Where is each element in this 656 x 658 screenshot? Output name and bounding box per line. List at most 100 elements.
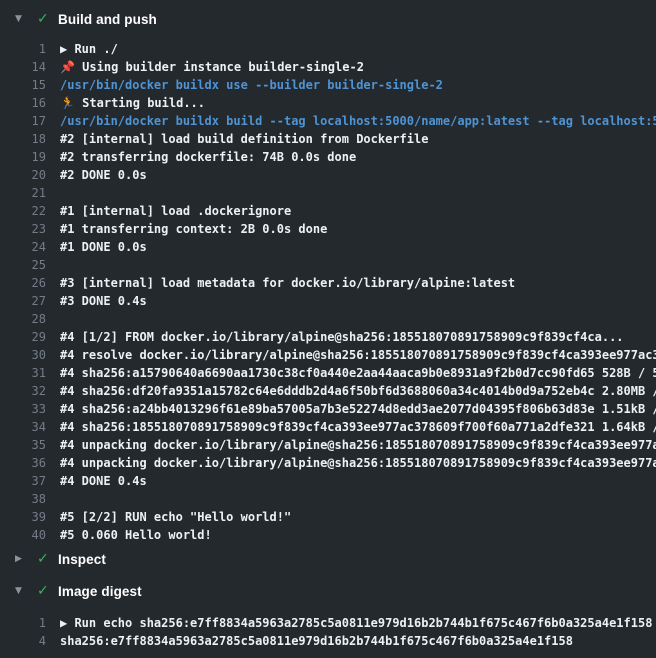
- run-expand-icon[interactable]: ▶: [60, 42, 74, 56]
- log-line: 17/usr/bin/docker buildx build --tag loc…: [0, 112, 656, 130]
- line-number[interactable]: 40: [0, 526, 46, 544]
- log-line: 15/usr/bin/docker buildx use --builder b…: [0, 76, 656, 94]
- line-number[interactable]: 39: [0, 508, 46, 526]
- success-check-icon: ✓: [37, 578, 58, 604]
- log-line: 30 #4 resolve docker.io/library/alpine@sh…: [0, 346, 656, 364]
- log-text: 📌 Using builder instance builder-single-…: [60, 58, 364, 76]
- success-check-icon: ✓: [37, 546, 58, 572]
- log-line: 40 #5 0.060 Hello world!: [0, 526, 656, 544]
- log-text: #2 transferring dockerfile: 74B 0.0s don…: [60, 148, 356, 166]
- line-number[interactable]: 4: [0, 632, 46, 650]
- log-text: #3 DONE 0.4s: [60, 292, 147, 310]
- log-text: #4 sha256:df20fa9351a15782c64e6dddb2d4a6…: [60, 382, 656, 400]
- line-number[interactable]: 18: [0, 130, 46, 148]
- log-text: #1 transferring context: 2B 0.0s done: [60, 220, 327, 238]
- log-text: #4 [1/2] FROM docker.io/library/alpine@s…: [60, 328, 624, 346]
- line-number[interactable]: 31: [0, 364, 46, 382]
- log-line: 31 #4 sha256:a15790640a6690aa1730c38cf0a4…: [0, 364, 656, 382]
- log-text: #4 resolve docker.io/library/alpine@sha2…: [60, 346, 656, 364]
- log-lines-image-digest: 1 ▶ Run echo sha256:e7ff8834a5963a2785c5a…: [0, 614, 656, 650]
- log-text: #4 sha256:a24bb4013296f61e89ba57005a7b3e…: [60, 400, 656, 418]
- log-line: 20 #2 DONE 0.0s: [0, 166, 656, 184]
- run-expand-icon[interactable]: ▶: [60, 616, 74, 630]
- line-number[interactable]: 19: [0, 148, 46, 166]
- line-number[interactable]: 16: [0, 94, 46, 112]
- log-line: 24 #1 DONE 0.0s: [0, 238, 656, 256]
- section-build-and-push: ▼ ✓ Build and push 1 ▶ Run ./ 14 📌 Using bu…: [0, 6, 656, 544]
- log-line: 26 #3 [internal] load metadata for docker…: [0, 274, 656, 292]
- section-header-image-digest[interactable]: ▼ ✓ Image digest: [0, 578, 656, 604]
- log-line: 32 #4 sha256:df20fa9351a15782c64e6dddb2d4…: [0, 382, 656, 400]
- section-inspect: ▶ ✓ Inspect: [0, 546, 656, 572]
- chevron-down-icon[interactable]: ▼: [0, 6, 37, 32]
- line-number[interactable]: 37: [0, 472, 46, 490]
- log-line: 34 #4 sha256:185518070891758909c9f839cf4c…: [0, 418, 656, 436]
- log-text: /usr/bin/docker buildx build --tag local…: [60, 112, 656, 130]
- log-line: 21: [0, 184, 656, 202]
- line-number[interactable]: 15: [0, 76, 46, 94]
- log-line: 36 #4 unpacking docker.io/library/alpine@…: [0, 454, 656, 472]
- line-number[interactable]: 33: [0, 400, 46, 418]
- log-line: 28: [0, 310, 656, 328]
- line-number[interactable]: 1: [0, 614, 46, 632]
- log-line: 1 ▶ Run ./: [0, 40, 656, 58]
- line-number[interactable]: 22: [0, 202, 46, 220]
- pushpin-icon: 📌: [60, 60, 82, 74]
- log-text: #2 [internal] load build definition from…: [60, 130, 428, 148]
- log-text: ▶ Run ./: [60, 40, 118, 58]
- line-number[interactable]: 32: [0, 382, 46, 400]
- chevron-right-icon[interactable]: ▶: [0, 546, 37, 572]
- line-number[interactable]: 21: [0, 184, 46, 202]
- log-text: #4 sha256:185518070891758909c9f839cf4ca3…: [60, 418, 656, 436]
- section-title: Image digest: [58, 584, 142, 599]
- log-line: 22 #1 [internal] load .dockerignore: [0, 202, 656, 220]
- log-line: 29 #4 [1/2] FROM docker.io/library/alpine…: [0, 328, 656, 346]
- log-line: 1 ▶ Run echo sha256:e7ff8834a5963a2785c5a…: [0, 614, 656, 632]
- success-check-icon: ✓: [37, 6, 58, 32]
- runner-icon: 🏃: [60, 96, 82, 110]
- log-line: 25: [0, 256, 656, 274]
- log-text: #1 [internal] load .dockerignore: [60, 202, 291, 220]
- section-header-build-and-push[interactable]: ▼ ✓ Build and push: [0, 6, 656, 32]
- line-number[interactable]: 27: [0, 292, 46, 310]
- line-number[interactable]: 28: [0, 310, 46, 328]
- log-line: 18 #2 [internal] load build definition fr…: [0, 130, 656, 148]
- line-number[interactable]: 26: [0, 274, 46, 292]
- log-line: 38: [0, 490, 656, 508]
- line-number[interactable]: 17: [0, 112, 46, 130]
- log-text: 🏃 Starting build...: [60, 94, 205, 112]
- log-text: #4 DONE 0.4s: [60, 472, 147, 490]
- line-number[interactable]: 29: [0, 328, 46, 346]
- section-title: Build and push: [58, 12, 157, 27]
- log-text: #4 sha256:a15790640a6690aa1730c38cf0a440…: [60, 364, 656, 382]
- line-number[interactable]: 30: [0, 346, 46, 364]
- section-title: Inspect: [58, 552, 106, 567]
- line-number[interactable]: 25: [0, 256, 46, 274]
- section-image-digest: ▼ ✓ Image digest 1 ▶ Run echo sha256:e7ff…: [0, 578, 656, 650]
- log-text: #4 unpacking docker.io/library/alpine@sh…: [60, 454, 656, 472]
- chevron-down-icon[interactable]: ▼: [0, 578, 37, 604]
- log-text: sha256:e7ff8834a5963a2785c5a0811e979d16b…: [60, 632, 573, 650]
- line-number[interactable]: 1: [0, 40, 46, 58]
- log-text: /usr/bin/docker buildx use --builder bui…: [60, 76, 443, 94]
- line-number[interactable]: 34: [0, 418, 46, 436]
- line-number[interactable]: 36: [0, 454, 46, 472]
- line-number[interactable]: 24: [0, 238, 46, 256]
- log-text: #5 0.060 Hello world!: [60, 526, 212, 544]
- log-line: 23 #1 transferring context: 2B 0.0s done: [0, 220, 656, 238]
- log-line: 39#5 [2/2] RUN echo "Hello world!": [0, 508, 656, 526]
- log-text: ▶ Run echo sha256:e7ff8834a5963a2785c5a0…: [60, 614, 652, 632]
- line-number[interactable]: 20: [0, 166, 46, 184]
- workflow-log-viewer: ▼ ✓ Build and push 1▶ Run ./14📌 Using bu…: [0, 0, 656, 658]
- log-text: #3 [internal] load metadata for docker.i…: [60, 274, 515, 292]
- line-number[interactable]: 35: [0, 436, 46, 454]
- line-number[interactable]: 38: [0, 490, 46, 508]
- line-number[interactable]: 14: [0, 58, 46, 76]
- log-text: #4 unpacking docker.io/library/alpine@sh…: [60, 436, 656, 454]
- log-text: #2 DONE 0.0s: [60, 166, 147, 184]
- log-text: #1 DONE 0.0s: [60, 238, 147, 256]
- log-line: 37 #4 DONE 0.4s: [0, 472, 656, 490]
- line-number[interactable]: 23: [0, 220, 46, 238]
- section-header-inspect[interactable]: ▶ ✓ Inspect: [0, 546, 656, 572]
- log-line: 14 📌 Using builder instance builder-singl…: [0, 58, 656, 76]
